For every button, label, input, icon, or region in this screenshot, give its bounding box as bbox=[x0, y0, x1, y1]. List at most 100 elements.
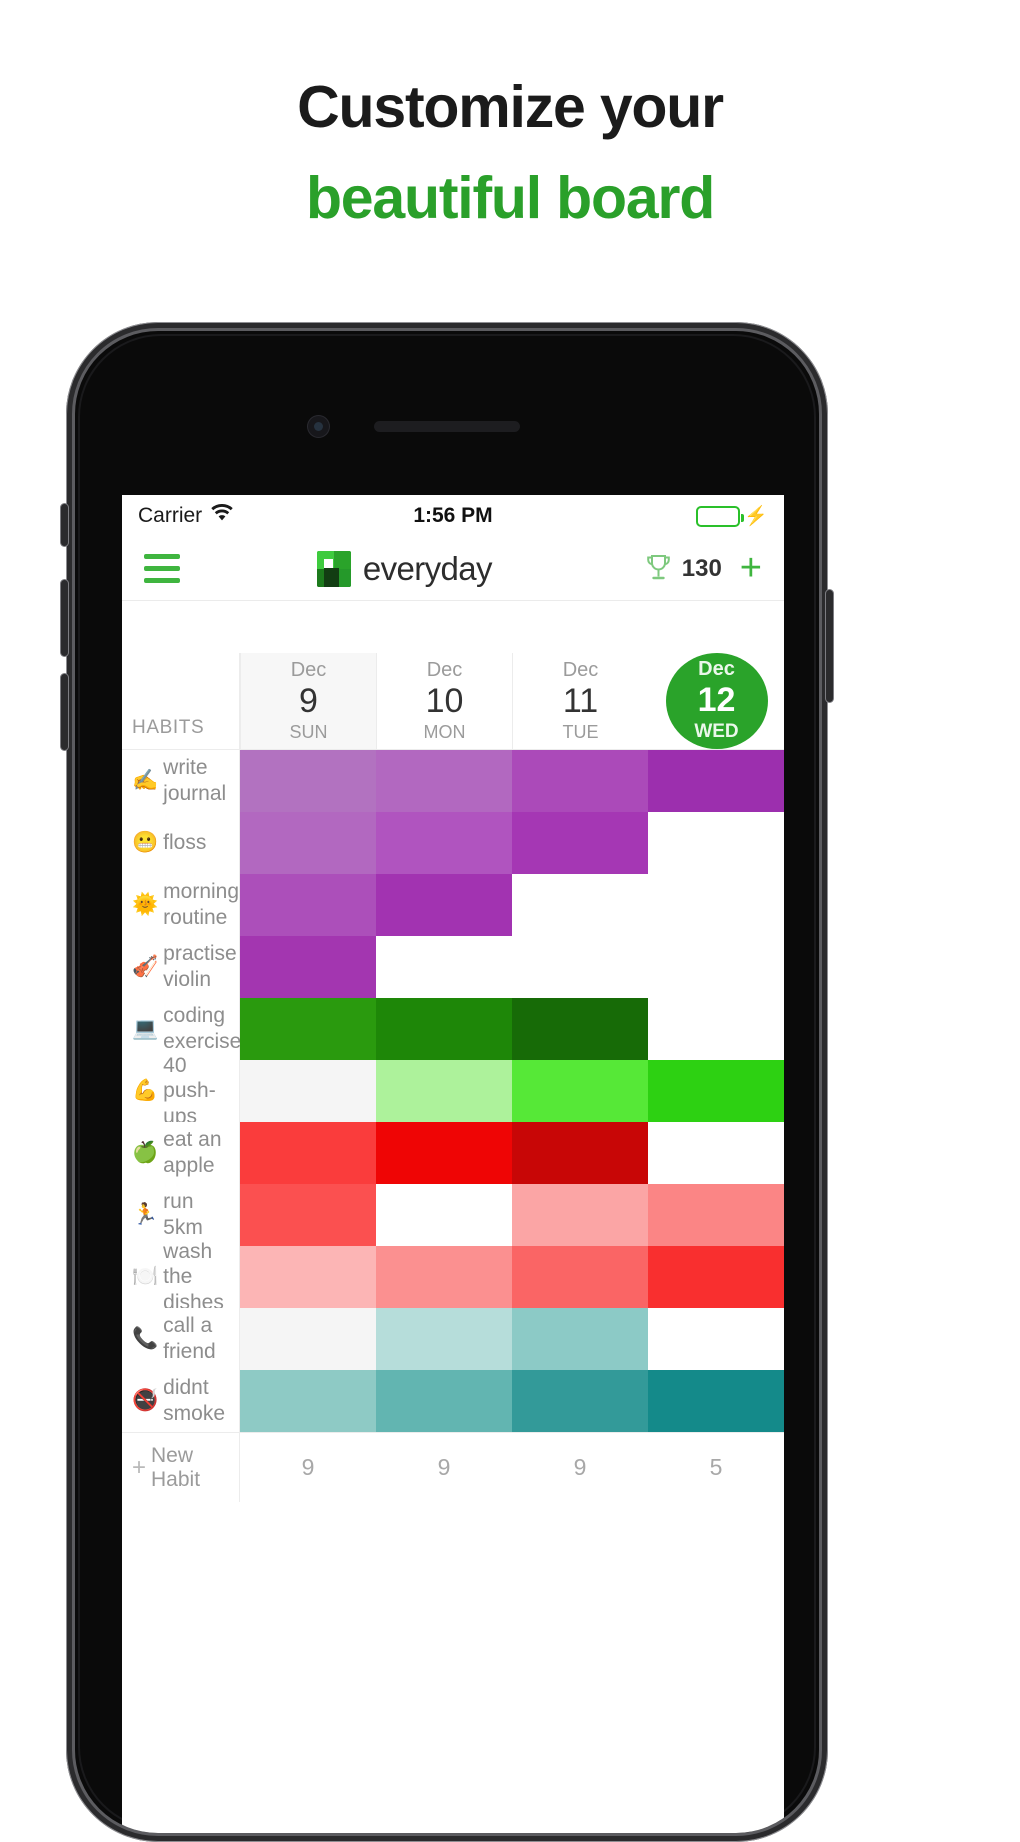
habit-day-cell[interactable] bbox=[648, 1370, 784, 1432]
habit-day-cell[interactable] bbox=[512, 936, 648, 998]
new-habit-label: New Habit bbox=[151, 1443, 201, 1491]
habit-day-cell[interactable] bbox=[512, 1122, 648, 1184]
habit-day-cell[interactable] bbox=[512, 874, 648, 936]
habit-day-cell[interactable] bbox=[240, 1122, 376, 1184]
habit-day-cell[interactable] bbox=[376, 1060, 512, 1122]
date-month: Dec bbox=[698, 658, 735, 681]
habit-day-cell[interactable] bbox=[648, 1246, 784, 1308]
hero-line-1: Customize your bbox=[297, 74, 724, 140]
day-total: 9 bbox=[437, 1454, 451, 1480]
habit-day-cell[interactable] bbox=[240, 874, 376, 936]
habit-day-cell[interactable] bbox=[648, 936, 784, 998]
date-header-cell[interactable]: Dec 9 SUN bbox=[240, 653, 376, 749]
volume-down-button[interactable] bbox=[61, 674, 68, 750]
silent-switch[interactable] bbox=[61, 504, 68, 546]
habit-day-cell[interactable] bbox=[376, 1246, 512, 1308]
habit-day-cell[interactable] bbox=[376, 874, 512, 936]
habit-day-cell[interactable] bbox=[240, 750, 376, 812]
habit-day-cell[interactable] bbox=[512, 812, 648, 874]
habit-day-cell[interactable] bbox=[376, 750, 512, 812]
habit-label: morning routine bbox=[163, 880, 240, 929]
habit-row: ✍️ write journal bbox=[122, 750, 784, 812]
habit-name[interactable]: 🍏 eat an apple bbox=[122, 1122, 240, 1184]
habit-day-cell[interactable] bbox=[512, 1308, 648, 1370]
habit-day-cell[interactable] bbox=[512, 1246, 648, 1308]
habit-day-cell[interactable] bbox=[648, 812, 784, 874]
habit-emoji-icon: 😬 bbox=[132, 831, 159, 855]
habit-day-cell[interactable] bbox=[240, 1370, 376, 1432]
habit-name[interactable]: 💻 coding exercise bbox=[122, 998, 241, 1060]
habit-day-cell[interactable] bbox=[648, 750, 784, 812]
habit-name[interactable]: ✍️ write journal bbox=[122, 750, 240, 812]
everyday-logo-icon bbox=[316, 550, 351, 587]
habit-day-cell[interactable] bbox=[240, 1246, 376, 1308]
habit-name[interactable]: 😬 floss bbox=[122, 812, 240, 874]
habit-day-cell[interactable] bbox=[512, 750, 648, 812]
habit-day-cell[interactable] bbox=[648, 1184, 784, 1246]
habit-day-cell[interactable] bbox=[648, 1122, 784, 1184]
date-header-cell[interactable]: Dec 12 WED bbox=[648, 653, 784, 749]
habit-name[interactable]: 🎻 practise violin bbox=[122, 936, 240, 998]
habit-emoji-icon: 💪 bbox=[132, 1079, 159, 1103]
habit-day-cell[interactable] bbox=[512, 998, 648, 1060]
habit-name[interactable]: 🚭 didnt smoke bbox=[122, 1370, 240, 1432]
habit-day-cell[interactable] bbox=[648, 1060, 784, 1122]
app-header: everyday 130 + bbox=[122, 537, 784, 601]
habit-day-cell[interactable] bbox=[512, 1184, 648, 1246]
habit-cells bbox=[240, 1184, 784, 1246]
habit-label: write journal bbox=[163, 756, 227, 805]
date-weekday: TUE bbox=[562, 721, 599, 742]
status-time: 1:56 PM bbox=[413, 504, 493, 527]
power-button[interactable] bbox=[826, 590, 833, 702]
habit-day-cell[interactable] bbox=[512, 1060, 648, 1122]
habit-row: 🍽️ wash the dishes bbox=[122, 1240, 784, 1314]
habit-day-cell[interactable] bbox=[512, 1370, 648, 1432]
habit-name[interactable]: 💪 40 push-ups bbox=[122, 1054, 240, 1128]
habit-cells bbox=[240, 936, 784, 998]
date-header-cell[interactable]: Dec 10 MON bbox=[376, 653, 512, 749]
habit-day-cell[interactable] bbox=[240, 936, 376, 998]
habit-day-cell[interactable] bbox=[376, 998, 512, 1060]
new-habit-button[interactable]: + New Habit bbox=[122, 1433, 240, 1502]
date-day: 11 bbox=[562, 682, 599, 721]
habit-emoji-icon: 🍽️ bbox=[132, 1265, 159, 1289]
habit-day-cell[interactable] bbox=[376, 812, 512, 874]
habit-day-cell[interactable] bbox=[240, 1308, 376, 1370]
add-habit-button[interactable]: + bbox=[732, 549, 762, 586]
hero-line-2: beautiful board bbox=[305, 165, 715, 232]
date-header-cell[interactable]: Dec 11 TUE bbox=[512, 653, 648, 749]
volume-up-button[interactable] bbox=[61, 580, 68, 656]
phone-mockup: Carrier 1:56 PM ⚡ everyday 130 + HABITS … bbox=[61, 322, 833, 1842]
habit-name[interactable]: 🌞 morning routine bbox=[122, 874, 240, 936]
habit-day-cell[interactable] bbox=[376, 1184, 512, 1246]
habit-cells bbox=[240, 1370, 784, 1432]
date-day: 12 bbox=[697, 681, 736, 720]
habit-label: call a friend bbox=[163, 1314, 216, 1363]
day-total: 5 bbox=[709, 1454, 723, 1480]
habit-day-cell[interactable] bbox=[240, 1184, 376, 1246]
phone-body: Carrier 1:56 PM ⚡ everyday 130 + HABITS … bbox=[72, 328, 822, 1836]
habit-day-cell[interactable] bbox=[240, 812, 376, 874]
habit-name[interactable]: 🍽️ wash the dishes bbox=[122, 1240, 240, 1314]
habit-label: floss bbox=[163, 831, 207, 855]
habit-day-cell[interactable] bbox=[240, 1060, 376, 1122]
trophy-icon[interactable] bbox=[645, 554, 672, 583]
habit-day-cell[interactable] bbox=[240, 998, 376, 1060]
habit-day-cell[interactable] bbox=[376, 1370, 512, 1432]
habit-name[interactable]: 📞 call a friend bbox=[122, 1308, 240, 1370]
habit-cells bbox=[240, 998, 784, 1060]
habit-emoji-icon: 📞 bbox=[132, 1327, 159, 1351]
habit-day-cell[interactable] bbox=[648, 1308, 784, 1370]
habit-day-cell[interactable] bbox=[648, 998, 784, 1060]
habit-day-cell[interactable] bbox=[376, 1122, 512, 1184]
date-day: 10 bbox=[425, 682, 464, 721]
habit-row: 🚭 didnt smoke bbox=[122, 1370, 784, 1432]
habit-name[interactable]: 🏃 run 5km bbox=[122, 1184, 240, 1246]
habit-label: didnt smoke bbox=[163, 1376, 226, 1425]
habit-day-cell[interactable] bbox=[376, 1308, 512, 1370]
habit-cells bbox=[240, 1122, 784, 1184]
habit-row: 🍏 eat an apple bbox=[122, 1122, 784, 1184]
habit-day-cell[interactable] bbox=[376, 936, 512, 998]
habit-cells bbox=[240, 812, 784, 874]
habit-day-cell[interactable] bbox=[648, 874, 784, 936]
